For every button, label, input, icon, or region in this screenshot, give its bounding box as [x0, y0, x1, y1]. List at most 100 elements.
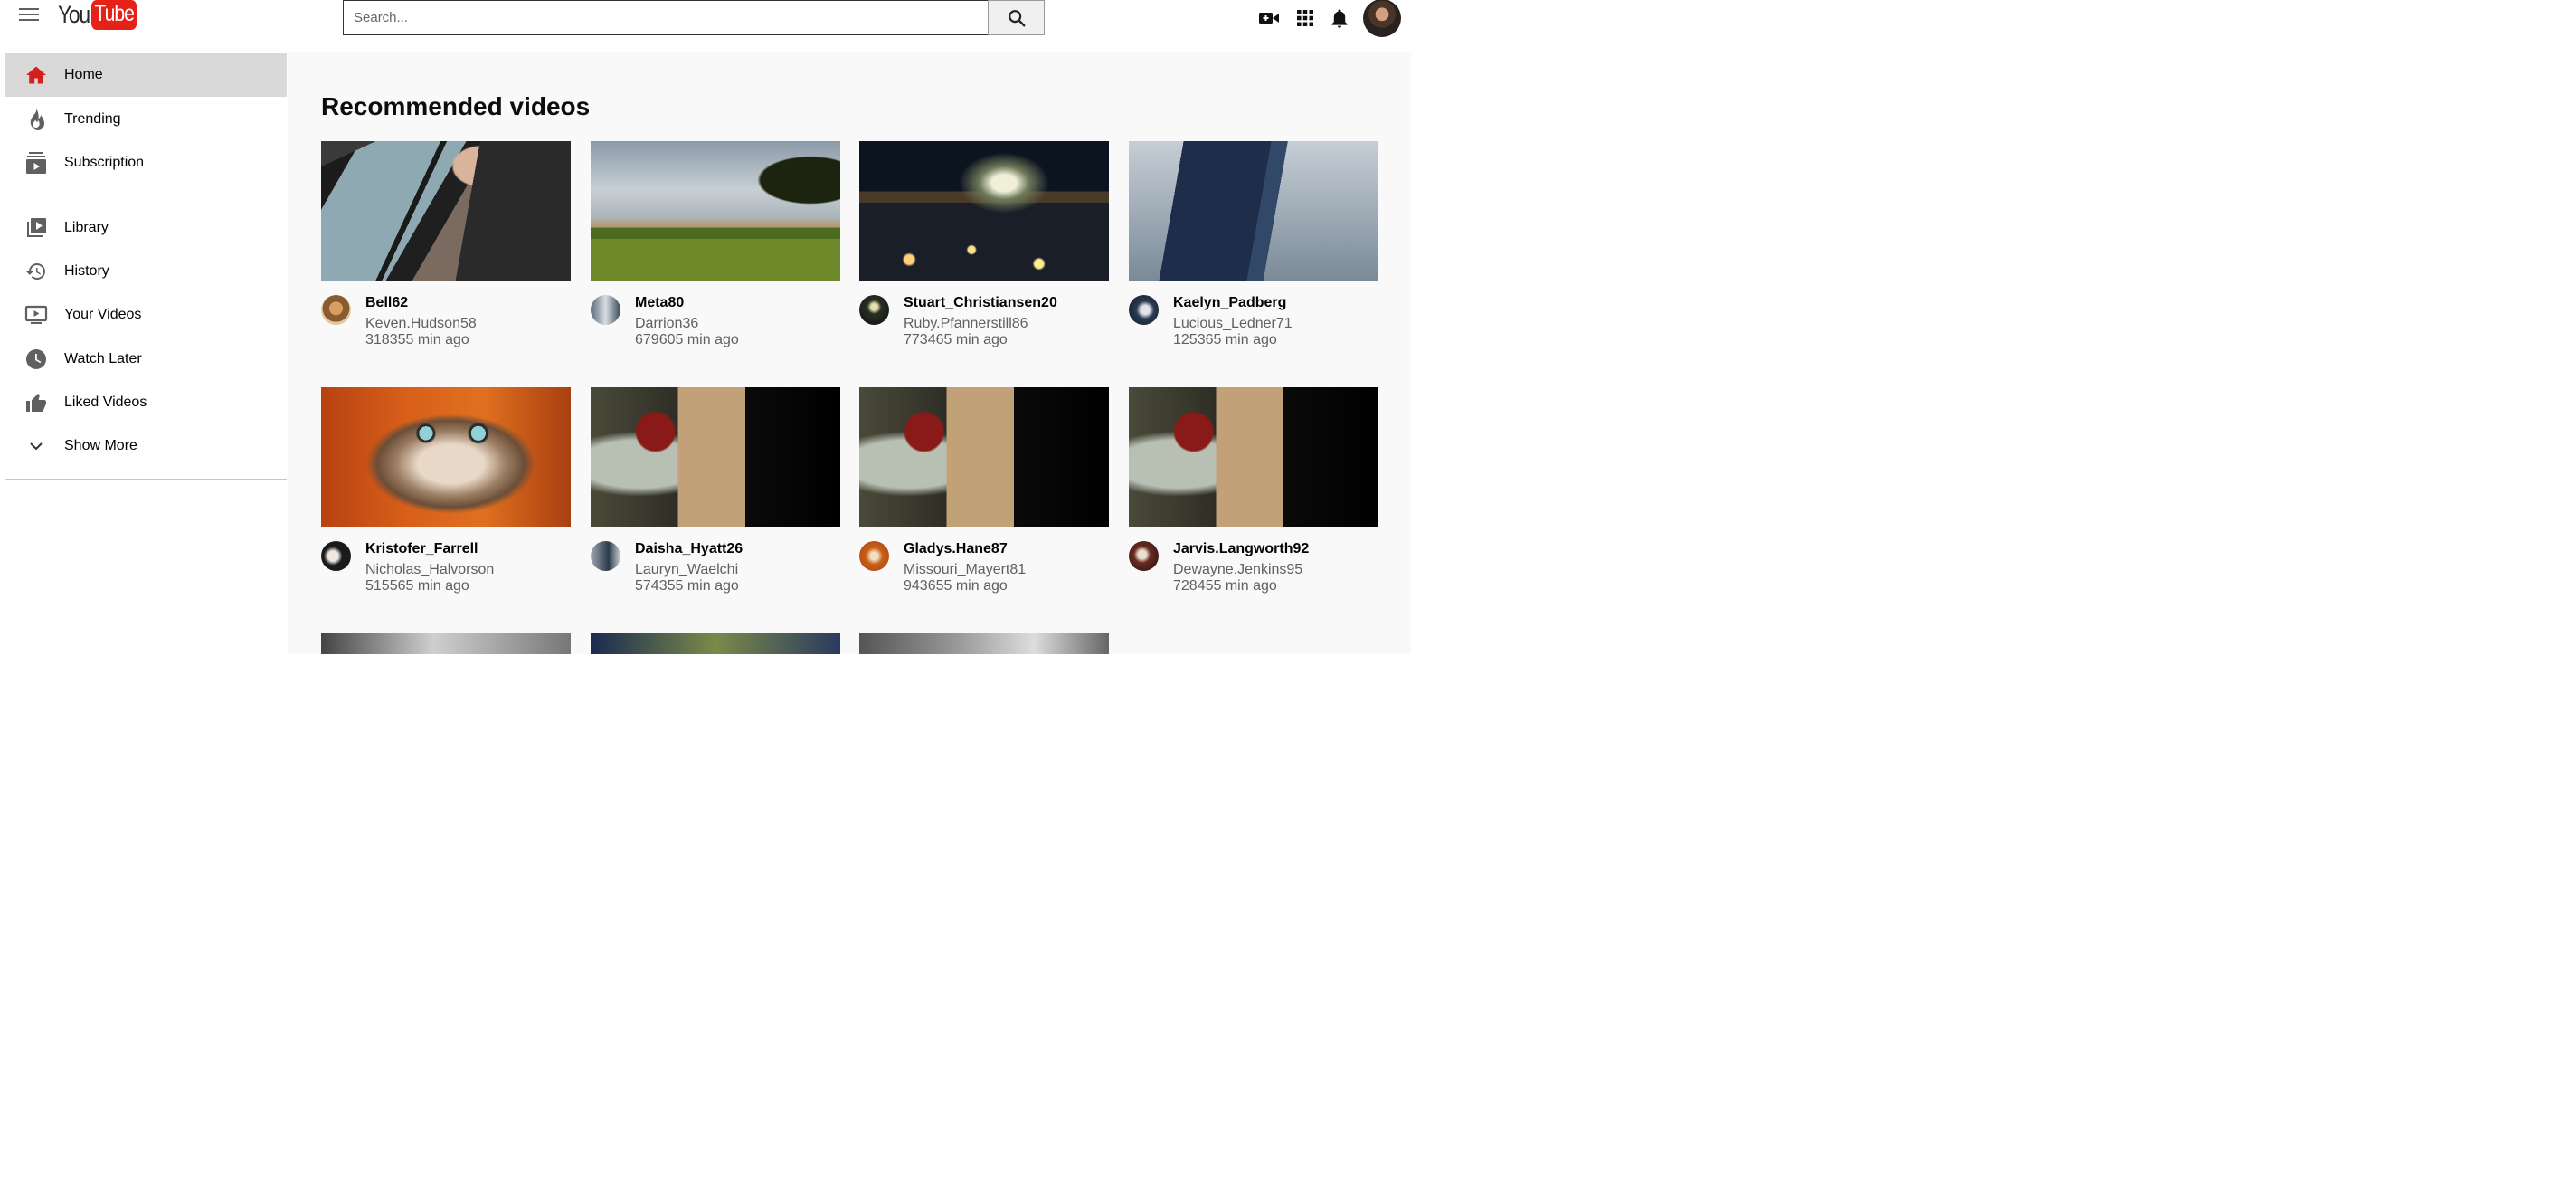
- video-title[interactable]: Gladys.Hane87: [904, 541, 1008, 557]
- video-thumbnail[interactable]: [1129, 387, 1378, 527]
- video-card[interactable]: Meta80 Darrion36 679605 min ago: [591, 141, 840, 353]
- sidebar-item-watch-later[interactable]: Watch Later: [5, 338, 287, 381]
- channel-avatar[interactable]: [321, 541, 351, 571]
- header-actions: [1242, 0, 1411, 37]
- search-input[interactable]: [343, 0, 988, 35]
- video-thumbnail[interactable]: [1129, 141, 1378, 281]
- youtube-logo[interactable]: You Tube: [58, 0, 145, 30]
- video-card[interactable]: [859, 633, 1109, 654]
- apps-grid-icon: [1297, 10, 1313, 26]
- channel-avatar[interactable]: [859, 295, 889, 325]
- sidebar-item-label: History: [64, 263, 109, 279]
- video-card[interactable]: Daisha_Hyatt26 Lauryn_Waelchi 574355 min…: [591, 387, 840, 599]
- sidebar-item-label: Trending: [64, 111, 121, 127]
- sidebar-item-library[interactable]: Library: [5, 206, 287, 250]
- video-timestamp: 679605 min ago: [635, 332, 739, 347]
- sidebar-item-home[interactable]: Home: [5, 53, 287, 97]
- sidebar-item-label: Home: [64, 67, 103, 82]
- search-bar: [343, 0, 1045, 35]
- video-thumbnail[interactable]: [591, 387, 840, 527]
- channel-name: Keven.Hudson58: [365, 316, 477, 331]
- video-timestamp: 318355 min ago: [365, 332, 469, 347]
- chevron-down-icon: [24, 433, 49, 459]
- sidebar-item-trending[interactable]: Trending: [5, 98, 287, 141]
- subscriptions-icon: [24, 150, 49, 176]
- video-timestamp: 773465 min ago: [904, 332, 1008, 347]
- channel-name: Darrion36: [635, 316, 699, 331]
- video-card[interactable]: Jarvis.Langworth92 Dewayne.Jenkins95 728…: [1129, 387, 1378, 599]
- logo-tube-text: Tube: [91, 0, 137, 30]
- sidebar-item-label: Show More: [64, 438, 137, 453]
- thumbs-up-icon: [24, 390, 49, 415]
- video-title[interactable]: Jarvis.Langworth92: [1173, 541, 1309, 557]
- sidebar-divider: [5, 479, 287, 480]
- video-timestamp: 574355 min ago: [635, 578, 739, 594]
- sidebar-item-history[interactable]: History: [5, 250, 287, 293]
- top-bar: You Tube: [0, 0, 1411, 52]
- channel-avatar[interactable]: [859, 541, 889, 571]
- sidebar-item-label: Liked Videos: [64, 395, 147, 410]
- video-thumbnail[interactable]: [321, 141, 571, 281]
- channel-name: Missouri_Mayert81: [904, 562, 1027, 577]
- sidebar-item-subscription[interactable]: Subscription: [5, 141, 287, 185]
- video-timestamp: 728455 min ago: [1173, 578, 1277, 594]
- page-title: Recommended videos: [321, 92, 591, 120]
- channel-name: Nicholas_Halvorson: [365, 562, 495, 577]
- sidebar-item-label: Your Videos: [64, 307, 142, 322]
- video-title[interactable]: Bell62: [365, 295, 408, 311]
- apps-button[interactable]: [1296, 9, 1314, 27]
- channel-avatar[interactable]: [1129, 541, 1159, 571]
- create-video-button[interactable]: [1258, 10, 1280, 26]
- video-title[interactable]: Kristofer_Farrell: [365, 541, 478, 557]
- search-button[interactable]: [988, 0, 1045, 35]
- video-thumbnail[interactable]: [859, 387, 1109, 527]
- channel-name: Dewayne.Jenkins95: [1173, 562, 1303, 577]
- sidebar-item-your-videos[interactable]: Your Videos: [5, 293, 287, 337]
- notifications-button[interactable]: [1331, 8, 1349, 28]
- video-card[interactable]: Kristofer_Farrell Nicholas_Halvorson 515…: [321, 387, 571, 599]
- video-camera-icon: [1259, 13, 1279, 24]
- video-title[interactable]: Kaelyn_Padberg: [1173, 295, 1286, 311]
- sidebar: Home Trending Subscription Library Histo…: [0, 52, 288, 654]
- video-timestamp: 943655 min ago: [904, 578, 1008, 594]
- video-thumbnail[interactable]: [591, 633, 840, 654]
- video-title[interactable]: Stuart_Christiansen20: [904, 295, 1057, 311]
- home-icon: [24, 62, 49, 88]
- channel-avatar[interactable]: [321, 295, 351, 325]
- sidebar-item-show-more[interactable]: Show More: [5, 424, 287, 468]
- channel-avatar[interactable]: [1129, 295, 1159, 325]
- video-thumbnail[interactable]: [321, 633, 571, 654]
- sidebar-item-liked-videos[interactable]: Liked Videos: [5, 381, 287, 424]
- logo-you-text: You: [58, 0, 90, 28]
- video-thumbnail[interactable]: [591, 141, 840, 281]
- video-card[interactable]: [591, 633, 840, 654]
- menu-icon[interactable]: [19, 8, 39, 23]
- channel-name: Lauryn_Waelchi: [635, 562, 739, 577]
- video-thumbnail[interactable]: [859, 141, 1109, 281]
- channel-avatar[interactable]: [591, 295, 620, 325]
- sidebar-item-label: Library: [64, 220, 109, 235]
- video-card[interactable]: Stuart_Christiansen20 Ruby.Pfannerstill8…: [859, 141, 1109, 353]
- channel-name: Lucious_Ledner71: [1173, 316, 1293, 331]
- video-card[interactable]: Bell62 Keven.Hudson58 318355 min ago: [321, 141, 571, 353]
- channel-avatar[interactable]: [591, 541, 620, 571]
- search-icon: [1008, 9, 1025, 26]
- video-thumbnail[interactable]: [321, 387, 571, 527]
- video-card[interactable]: Gladys.Hane87 Missouri_Mayert81 943655 m…: [859, 387, 1109, 599]
- video-card[interactable]: [321, 633, 571, 654]
- your-videos-icon: [24, 302, 49, 328]
- sidebar-item-label: Subscription: [64, 155, 145, 170]
- video-thumbnail[interactable]: [859, 633, 1109, 654]
- clock-icon: [24, 347, 49, 372]
- user-avatar[interactable]: [1363, 0, 1401, 37]
- main-content: Recommended videos Bell62 Keven.Hudson58…: [288, 52, 1411, 654]
- video-timestamp: 125365 min ago: [1173, 332, 1277, 347]
- video-timestamp: 515565 min ago: [365, 578, 469, 594]
- notifications-bell-icon: [1331, 9, 1348, 28]
- sidebar-item-label: Watch Later: [64, 351, 142, 366]
- video-title[interactable]: Daisha_Hyatt26: [635, 541, 743, 557]
- history-icon: [24, 259, 49, 284]
- channel-name: Ruby.Pfannerstill86: [904, 316, 1028, 331]
- video-card[interactable]: Kaelyn_Padberg Lucious_Ledner71 125365 m…: [1129, 141, 1378, 353]
- video-title[interactable]: Meta80: [635, 295, 684, 311]
